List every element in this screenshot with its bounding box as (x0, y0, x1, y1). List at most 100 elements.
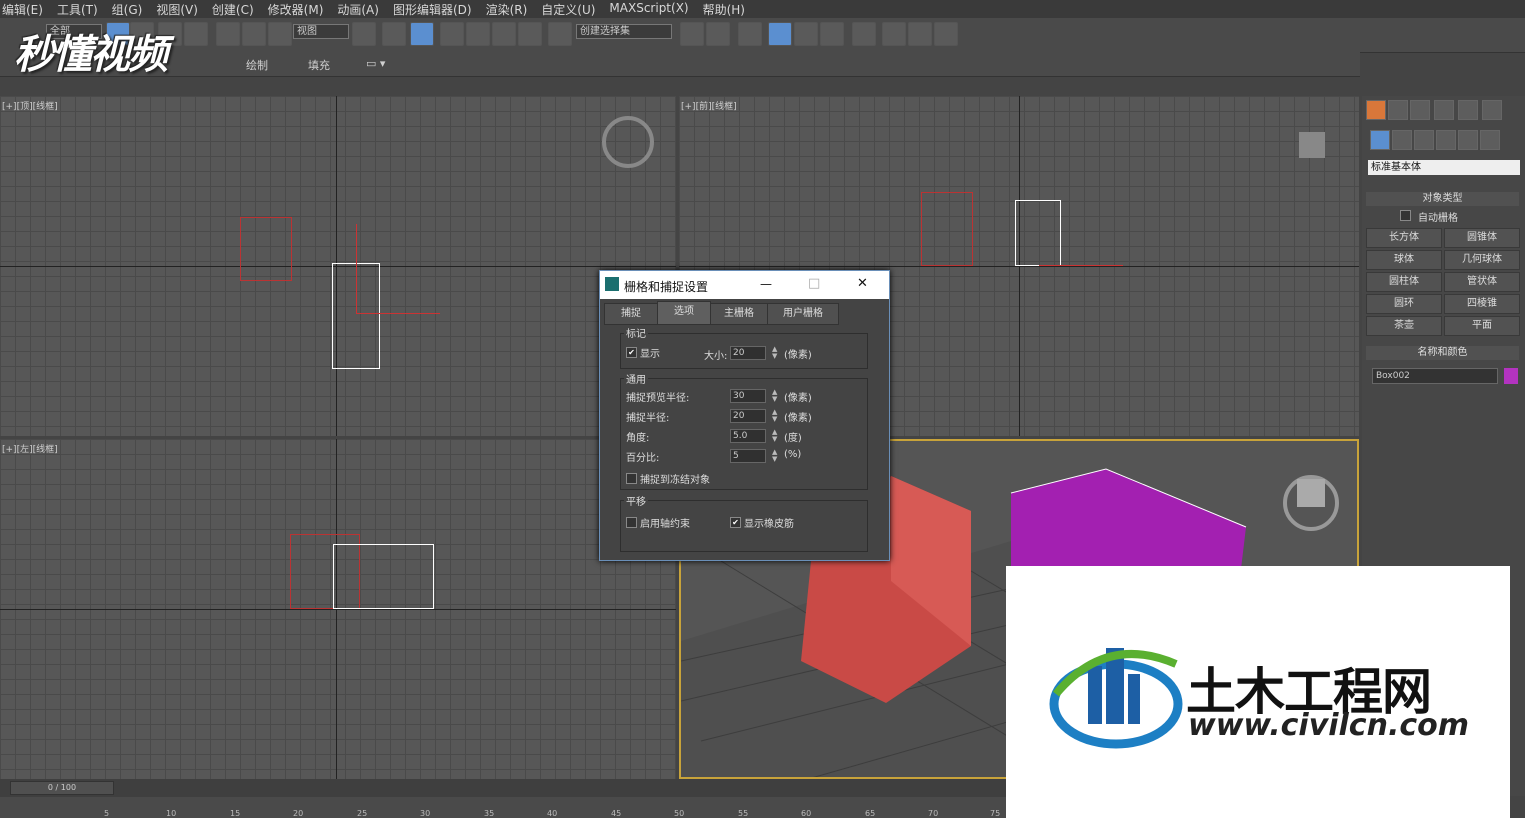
select-manipulate-icon[interactable] (382, 22, 406, 46)
menu-modifiers[interactable]: 修改器(M) (266, 0, 336, 18)
motion-tab-icon[interactable] (1434, 100, 1454, 120)
teapot-button[interactable]: 茶壶 (1366, 316, 1442, 336)
ribbon-draw[interactable]: 绘制 (246, 57, 268, 73)
tab-options[interactable]: 选项 (657, 301, 711, 325)
menu-maxscript[interactable]: MAXScript(X) (607, 0, 700, 18)
viewport-top[interactable]: [+][顶][线框] (0, 96, 676, 436)
torus-button[interactable]: 圆环 (1366, 294, 1442, 314)
tab-home-grid[interactable]: 主栅格 (710, 303, 768, 325)
display-checkbox[interactable]: ✔ (626, 347, 637, 358)
minimize-icon[interactable]: — (760, 277, 772, 291)
menu-graph-editors[interactable]: 图形编辑器(D) (391, 0, 484, 18)
hierarchy-tab-icon[interactable] (1410, 100, 1430, 120)
schematic-view-icon[interactable] (820, 22, 844, 46)
helpers-icon[interactable] (1458, 130, 1478, 150)
selected-box-wireframe[interactable] (1015, 200, 1061, 266)
preview-radius-input[interactable]: 30 (730, 389, 766, 403)
menu-customize[interactable]: 自定义(U) (539, 0, 607, 18)
render-setup-icon[interactable] (882, 22, 906, 46)
size-input[interactable]: 20 (730, 346, 766, 360)
autogrid-checkbox[interactable] (1400, 210, 1411, 221)
object-type-rollout-title[interactable]: 对象类型 (1366, 192, 1519, 206)
viewcube-icon[interactable] (602, 116, 654, 168)
ribbon-dropdown-icon[interactable]: ▭ ▾ (366, 57, 385, 70)
box-button[interactable]: 长方体 (1366, 228, 1442, 248)
menu-group[interactable]: 组(G) (110, 0, 155, 18)
percent-snap-icon[interactable] (492, 22, 516, 46)
modify-tab-icon[interactable] (1388, 100, 1408, 120)
selected-box-wireframe[interactable] (333, 544, 434, 609)
plane-button[interactable]: 平面 (1444, 316, 1520, 336)
tab-user-grids[interactable]: 用户栅格 (767, 303, 839, 325)
snap-radius-spinner-icon[interactable]: ▲ ▼ (772, 409, 778, 423)
lights-icon[interactable] (1414, 130, 1434, 150)
axis-constraint-checkbox[interactable] (626, 517, 637, 528)
viewcube-icon[interactable] (1299, 132, 1325, 158)
scale-icon[interactable] (268, 22, 292, 46)
reference-coordinate-dropdown[interactable]: 视图 (293, 24, 349, 39)
red-box-wireframe[interactable] (921, 192, 973, 266)
edit-named-selection-icon[interactable] (548, 22, 572, 46)
render-production-icon[interactable] (934, 22, 958, 46)
menu-animation[interactable]: 动画(A) (335, 0, 391, 18)
curve-editor-icon[interactable] (794, 22, 818, 46)
close-icon[interactable]: ✕ (857, 276, 868, 291)
viewport-left-label[interactable]: [+][左][线框] (2, 442, 58, 455)
snaps-toggle-icon[interactable] (440, 22, 464, 46)
rotate-icon[interactable] (242, 22, 266, 46)
snap-frozen-checkbox[interactable] (626, 473, 637, 484)
cone-button[interactable]: 圆锥体 (1444, 228, 1520, 248)
dialog-titlebar[interactable]: 栅格和捕捉设置 — □ ✕ (600, 271, 889, 299)
menu-edit[interactable]: 编辑(E) (0, 0, 55, 18)
material-editor-icon[interactable] (852, 22, 876, 46)
spacewarps-icon[interactable] (1480, 130, 1500, 150)
geometry-icon[interactable] (1370, 130, 1390, 150)
cameras-icon[interactable] (1436, 130, 1456, 150)
align-icon[interactable] (706, 22, 730, 46)
ribbon-fill[interactable]: 填充 (308, 57, 330, 73)
rendered-frame-window-icon[interactable] (908, 22, 932, 46)
utilities-tab-icon[interactable] (1482, 100, 1502, 120)
keyboard-shortcut-override-icon[interactable] (410, 22, 434, 46)
create-tab-icon[interactable] (1366, 100, 1386, 120)
preview-radius-spinner-icon[interactable]: ▲ ▼ (772, 389, 778, 403)
viewport-left[interactable]: [+][左][线框] (0, 439, 676, 779)
layer-manager-icon[interactable] (738, 22, 762, 46)
cylinder-button[interactable]: 圆柱体 (1366, 272, 1442, 292)
snap-radius-input[interactable]: 20 (730, 409, 766, 423)
sphere-button[interactable]: 球体 (1366, 250, 1442, 270)
mirror-icon[interactable] (680, 22, 704, 46)
pivot-icon[interactable] (352, 22, 376, 46)
track-bar[interactable] (0, 797, 1006, 818)
percent-spinner-icon[interactable]: ▲ ▼ (772, 449, 778, 463)
move-icon[interactable] (216, 22, 240, 46)
menu-views[interactable]: 视图(V) (154, 0, 210, 18)
viewport-front-label[interactable]: [+][前][线框] (681, 99, 737, 112)
geosphere-button[interactable]: 几何球体 (1444, 250, 1520, 270)
name-color-rollout-title[interactable]: 名称和颜色 (1366, 346, 1519, 360)
angle-input[interactable]: 5.0 (730, 429, 766, 443)
pyramid-button[interactable]: 四棱锥 (1444, 294, 1520, 314)
time-slider[interactable]: 0 / 100 (10, 781, 114, 795)
tab-snaps[interactable]: 捕捉 (604, 303, 658, 325)
menu-help[interactable]: 帮助(H) (701, 0, 757, 18)
named-selection-dropdown[interactable]: 创建选择集 (576, 24, 672, 39)
menu-create[interactable]: 创建(C) (210, 0, 266, 18)
menu-rendering[interactable]: 渲染(R) (484, 0, 540, 18)
percent-input[interactable]: 5 (730, 449, 766, 463)
viewport-top-label[interactable]: [+][顶][线框] (2, 99, 58, 112)
red-box-wireframe[interactable] (240, 217, 292, 281)
object-name-input[interactable]: Box002 (1372, 368, 1498, 384)
category-dropdown[interactable]: 标准基本体 (1368, 160, 1520, 175)
shapes-icon[interactable] (1392, 130, 1412, 150)
object-color-swatch[interactable] (1504, 368, 1518, 384)
tube-button[interactable]: 管状体 (1444, 272, 1520, 292)
window-crossing-icon[interactable] (184, 22, 208, 46)
spinner-snap-icon[interactable] (518, 22, 542, 46)
display-tab-icon[interactable] (1458, 100, 1478, 120)
angle-spinner-icon[interactable]: ▲ ▼ (772, 429, 778, 443)
size-spinner-icon[interactable]: ▲ ▼ (772, 346, 778, 360)
scene-explorer-icon[interactable] (768, 22, 792, 46)
angle-snap-icon[interactable] (466, 22, 490, 46)
menu-tools[interactable]: 工具(T) (55, 0, 110, 18)
